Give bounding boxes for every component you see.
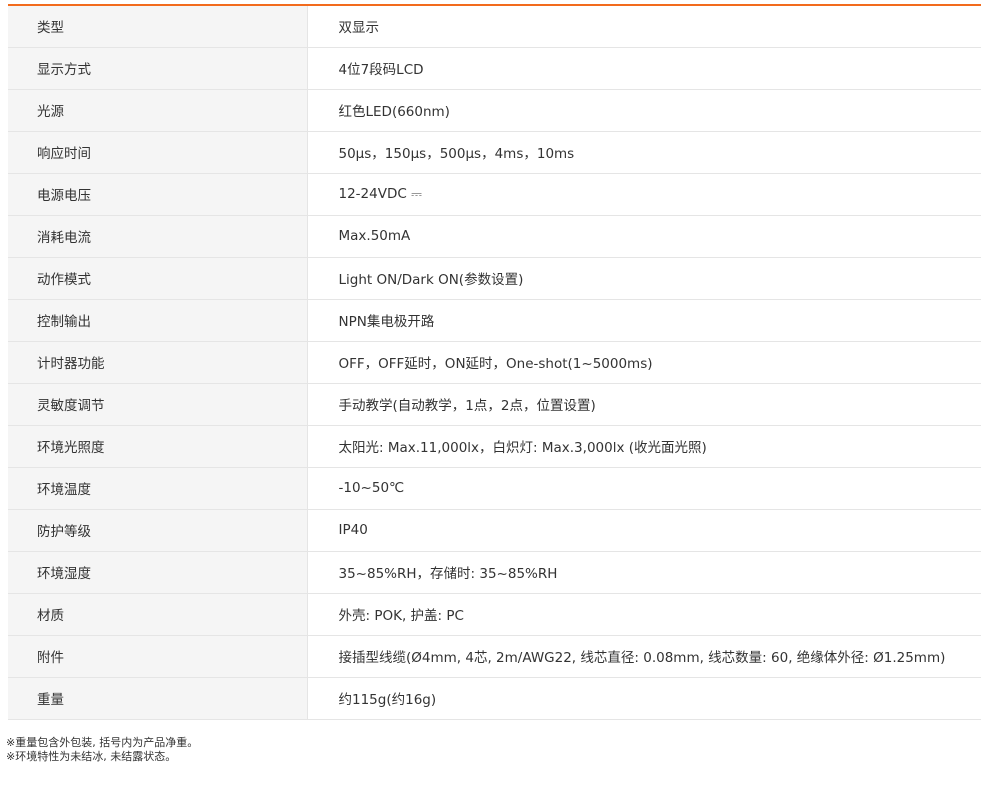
spec-label: 控制输出: [8, 299, 308, 342]
spec-value: 50μs，150μs，500μs，4ms，10ms: [307, 131, 981, 174]
spec-label: 类型: [8, 5, 308, 48]
table-row: 光源 红色LED(660nm): [8, 89, 981, 132]
spec-label: 灵敏度调节: [8, 383, 308, 426]
spec-label: 响应时间: [8, 131, 308, 174]
spec-value: Light ON/Dark ON(参数设置): [307, 257, 981, 300]
spec-value: 外壳: POK, 护盖: PC: [307, 593, 981, 636]
table-row: 防护等级 IP40: [8, 509, 981, 552]
table-row: 控制输出 NPN集电极开路: [8, 299, 981, 342]
spec-label: 重量: [8, 677, 308, 720]
table-row: 环境温度 -10~50℃: [8, 467, 981, 510]
table-row: 动作模式 Light ON/Dark ON(参数设置): [8, 257, 981, 300]
spec-value: NPN集电极开路: [307, 299, 981, 342]
spec-value: OFF，OFF延时，ON延时，One-shot(1~5000ms): [307, 341, 981, 384]
spec-label: 防护等级: [8, 509, 308, 552]
table-row: 灵敏度调节 手动教学(自动教学，1点，2点，位置设置): [8, 383, 981, 426]
table-row: 显示方式 4位7段码LCD: [8, 47, 981, 90]
spec-value: 手动教学(自动教学，1点，2点，位置设置): [307, 383, 981, 426]
table-row: 环境湿度 35~85%RH，存储时: 35~85%RH: [8, 551, 981, 594]
spec-label: 环境湿度: [8, 551, 308, 594]
spec-label: 电源电压: [8, 173, 308, 216]
spec-value: 接插型线缆(Ø4mm, 4芯, 2m/AWG22, 线芯直径: 0.08mm, …: [307, 635, 981, 678]
table-row: 重量 约115g(约16g): [8, 677, 981, 720]
table-row: 类型 双显示: [8, 5, 981, 48]
spec-value: IP40: [307, 509, 981, 552]
table-row: 附件 接插型线缆(Ø4mm, 4芯, 2m/AWG22, 线芯直径: 0.08m…: [8, 635, 981, 678]
table-row: 计时器功能 OFF，OFF延时，ON延时，One-shot(1~5000ms): [8, 341, 981, 384]
spec-table: 类型 双显示 显示方式 4位7段码LCD 光源 红色LED(660nm) 响应时…: [8, 4, 981, 720]
spec-value: 12-24VDC ⎓: [307, 173, 981, 216]
spec-label: 材质: [8, 593, 308, 636]
footnote-environment: ※环境特性为未结冰, 未结露状态。: [6, 750, 177, 763]
spec-value: 4位7段码LCD: [307, 47, 981, 90]
spec-value: Max.50mA: [307, 215, 981, 258]
spec-table-container: 类型 双显示 显示方式 4位7段码LCD 光源 红色LED(660nm) 响应时…: [8, 4, 981, 720]
footnotes: ※重量包含外包装, 括号内为产品净重。 ※环境特性为未结冰, 未结露状态。: [6, 736, 198, 764]
spec-label: 环境温度: [8, 467, 308, 510]
spec-value: 35~85%RH，存储时: 35~85%RH: [307, 551, 981, 594]
spec-label: 附件: [8, 635, 308, 678]
table-row: 响应时间 50μs，150μs，500μs，4ms，10ms: [8, 131, 981, 174]
footnote-weight: ※重量包含外包装, 括号内为产品净重。: [6, 736, 199, 749]
spec-value: -10~50℃: [307, 467, 981, 510]
table-row: 材质 外壳: POK, 护盖: PC: [8, 593, 981, 636]
spec-label: 光源: [8, 89, 308, 132]
table-row: 消耗电流 Max.50mA: [8, 215, 981, 258]
spec-value: 太阳光: Max.11,000lx，白炽灯: Max.3,000lx (收光面光…: [307, 425, 981, 468]
spec-value: 双显示: [307, 5, 981, 48]
spec-label: 动作模式: [8, 257, 308, 300]
spec-value: 约115g(约16g): [307, 677, 981, 720]
spec-label: 计时器功能: [8, 341, 308, 384]
table-row: 环境光照度 太阳光: Max.11,000lx，白炽灯: Max.3,000lx…: [8, 425, 981, 468]
spec-label: 消耗电流: [8, 215, 308, 258]
spec-label: 环境光照度: [8, 425, 308, 468]
spec-value: 红色LED(660nm): [307, 89, 981, 132]
table-row: 电源电压 12-24VDC ⎓: [8, 173, 981, 216]
spec-label: 显示方式: [8, 47, 308, 90]
